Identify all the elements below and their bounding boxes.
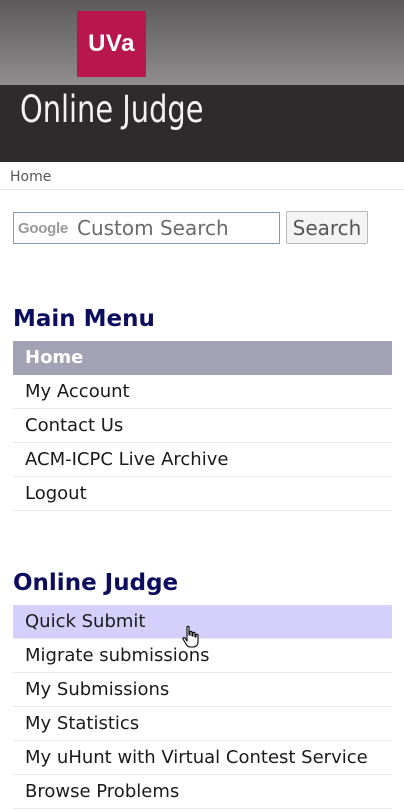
main-menu-item-live-archive[interactable]: ACM-ICPC Live Archive [13, 443, 392, 477]
search-box[interactable]: Google [13, 212, 280, 244]
site-title: Online Judge [20, 88, 204, 131]
online-judge-heading: Online Judge [13, 570, 179, 596]
main-menu: Home My Account Contact Us ACM-ICPC Live… [13, 341, 392, 511]
breadcrumb-home-link[interactable]: Home [10, 169, 51, 185]
judge-menu-item-my-submissions[interactable]: My Submissions [13, 673, 392, 707]
main-menu-item-my-account[interactable]: My Account [13, 375, 392, 409]
search-input[interactable] [77, 213, 275, 243]
main-menu-item-logout[interactable]: Logout [13, 477, 392, 511]
main-menu-item-home[interactable]: Home [13, 341, 392, 375]
main-menu-heading: Main Menu [13, 306, 155, 332]
site-header: UVa Online Judge [0, 0, 404, 162]
hand-pointer-icon [182, 625, 199, 648]
main-menu-item-contact-us[interactable]: Contact Us [13, 409, 392, 443]
judge-menu-item-quick-submit[interactable]: Quick Submit [13, 605, 392, 639]
online-judge-menu: Quick Submit Migrate submissions My Subm… [13, 605, 392, 809]
judge-menu-item-my-statistics[interactable]: My Statistics [13, 707, 392, 741]
uva-logo[interactable]: UVa [77, 11, 146, 77]
search-button[interactable]: Search [286, 211, 368, 244]
judge-menu-item-browse-problems[interactable]: Browse Problems [13, 775, 392, 809]
breadcrumb: Home [0, 168, 404, 190]
judge-menu-item-my-uhunt[interactable]: My uHunt with Virtual Contest Service [13, 741, 392, 775]
judge-menu-item-migrate-submissions[interactable]: Migrate submissions [13, 639, 392, 673]
google-logo: Google [18, 220, 68, 237]
